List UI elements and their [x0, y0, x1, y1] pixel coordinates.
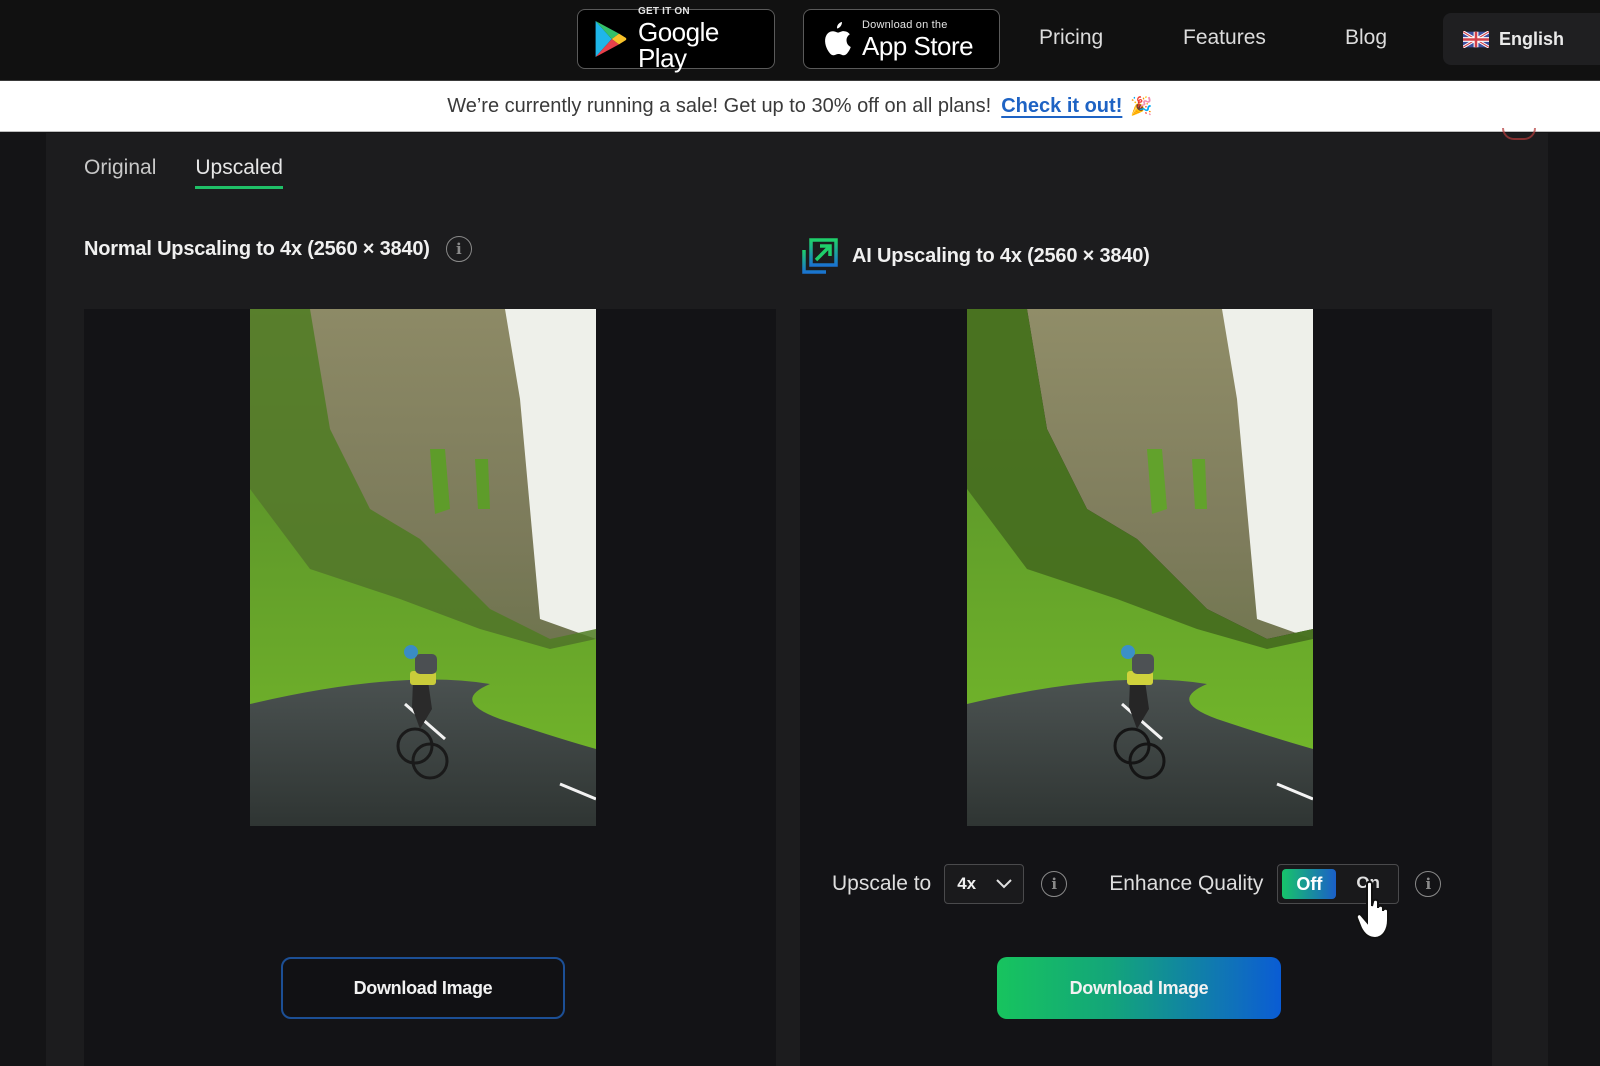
google-play-icon [590, 19, 630, 59]
view-tabs: Original Upscaled [84, 156, 283, 189]
uk-flag-icon [1463, 30, 1489, 48]
ai-upscaled-image [967, 309, 1313, 826]
nav-link-pricing[interactable]: Pricing [1039, 26, 1103, 50]
normal-upscaling-title: Normal Upscaling to 4x (2560 × 3840) [84, 237, 430, 260]
ai-upscale-icon [802, 238, 838, 274]
promo-banner: We’re currently running a sale! Get up t… [0, 81, 1600, 132]
ai-upscaling-heading: AI Upscaling to 4x (2560 × 3840) [800, 236, 1150, 276]
ai-upscaling-title: AI Upscaling to 4x (2560 × 3840) [852, 244, 1150, 267]
google-play-button[interactable]: GET IT ON Google Play [577, 6, 775, 73]
app-store-button[interactable]: Download on the App Store [803, 9, 1000, 69]
nav-link-features[interactable]: Features [1183, 26, 1266, 50]
nav-link-blog[interactable]: Blog [1345, 26, 1387, 50]
language-label: English [1499, 28, 1565, 49]
toggle-off-option[interactable]: Off [1282, 869, 1337, 899]
enhance-quality-label: Enhance Quality [1109, 872, 1264, 895]
promo-message: We’re currently running a sale! Get up t… [447, 94, 992, 117]
download-ai-image-button[interactable]: Download Image [997, 957, 1281, 1019]
upscale-info-icon[interactable]: i [1041, 871, 1068, 897]
promo-cta-link[interactable]: Check it out! [1001, 95, 1122, 118]
enhance-info-icon[interactable]: i [1415, 871, 1442, 897]
top-navigation-bar: GET IT ON Google Play Download on the Ap… [0, 0, 1600, 81]
google-play-label: Google Play [637, 17, 719, 73]
info-icon[interactable]: i [445, 236, 472, 262]
chevron-down-icon [996, 879, 1012, 889]
language-selector[interactable]: English [1443, 13, 1600, 65]
upscale-factor-select[interactable]: 4x [944, 864, 1025, 904]
upscale-to-label: Upscale to [832, 872, 932, 895]
tab-upscaled[interactable]: Upscaled [195, 156, 283, 189]
download-normal-image-button[interactable]: Download Image [281, 957, 565, 1019]
normal-upscaled-image [250, 309, 596, 826]
upscale-factor-value: 4x [957, 874, 977, 893]
toggle-on-option[interactable]: On [1356, 873, 1380, 893]
google-play-caption: GET IT ON [637, 6, 690, 17]
apple-icon [816, 19, 856, 59]
ai-upscale-controls: Upscale to 4x i Enhance Quality Off On i [832, 864, 1442, 904]
tab-original[interactable]: Original [84, 156, 156, 189]
enhance-quality-toggle[interactable]: Off On [1277, 864, 1400, 904]
app-store-caption: Download on the [862, 18, 948, 31]
normal-upscaling-heading: Normal Upscaling to 4x (2560 × 3840) i [84, 236, 472, 262]
party-popper-icon: 🎉 [1130, 95, 1153, 116]
app-store-label: App Store [862, 30, 974, 61]
